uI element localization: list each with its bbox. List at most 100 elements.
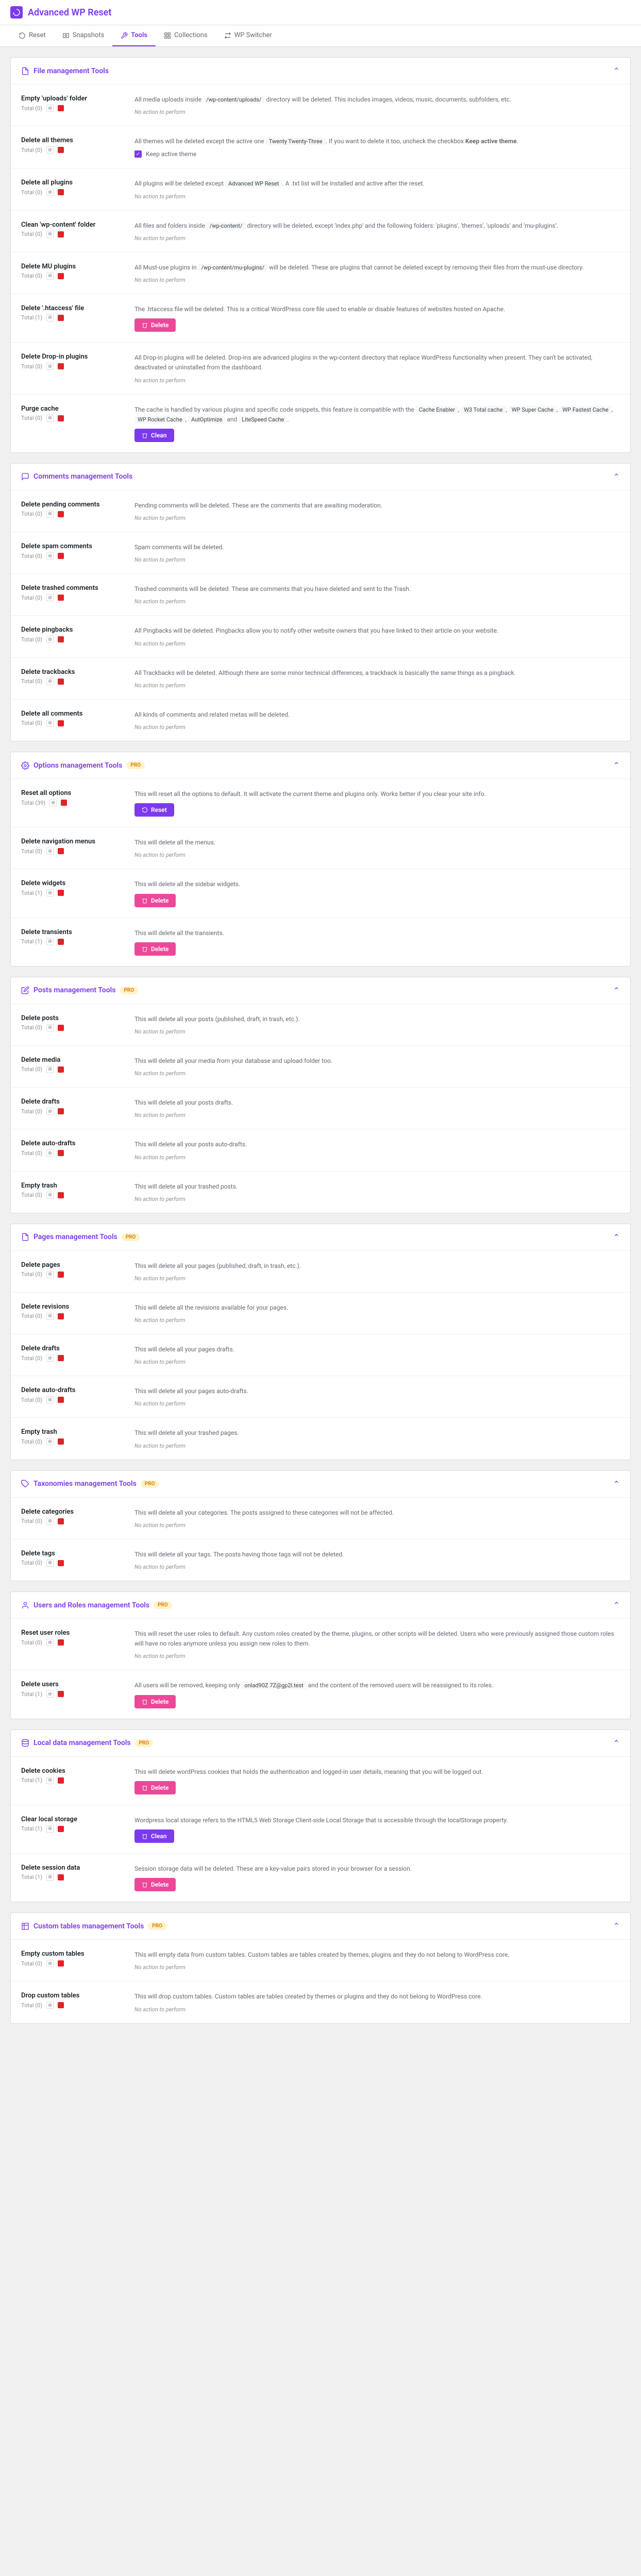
expand-icon[interactable]: ⊕ bbox=[46, 1271, 54, 1278]
row-description: Session storage data will be deleted. Th… bbox=[134, 1864, 620, 1874]
row-description: All themes will be deleted except the ac… bbox=[134, 137, 620, 146]
panel-header[interactable]: Posts management ToolsPRO⌃ bbox=[11, 977, 630, 1004]
expand-icon[interactable]: ⊕ bbox=[46, 720, 54, 727]
tool-row: Delete auto-draftsTotal (0)⊕This will de… bbox=[11, 1129, 630, 1171]
nav-tab-snapshots[interactable]: Snapshots bbox=[54, 25, 113, 46]
delete-indicator-icon bbox=[58, 939, 64, 945]
action-button[interactable]: Clean bbox=[134, 1829, 174, 1843]
expand-icon[interactable]: ⊕ bbox=[46, 1874, 54, 1881]
tool-row: Delete all themesTotal (0)⊕All themes wi… bbox=[11, 126, 630, 168]
expand-icon[interactable]: ⊕ bbox=[46, 889, 54, 896]
expand-icon[interactable]: ⊕ bbox=[46, 231, 54, 238]
expand-icon[interactable]: ⊕ bbox=[46, 552, 54, 560]
action-button[interactable]: Delete bbox=[134, 318, 176, 332]
expand-icon[interactable]: ⊕ bbox=[46, 314, 54, 321]
expand-icon[interactable]: ⊕ bbox=[46, 938, 54, 945]
expand-icon[interactable]: ⊕ bbox=[46, 511, 54, 518]
row-note: No action to perform bbox=[134, 193, 620, 200]
row-note: No action to perform bbox=[134, 1154, 620, 1161]
panel-title: Taxonomies management ToolsPRO bbox=[21, 1480, 159, 1488]
expand-icon[interactable]: ⊕ bbox=[46, 189, 54, 196]
expand-icon[interactable]: ⊕ bbox=[49, 799, 57, 806]
row-note: No action to perform bbox=[134, 1564, 620, 1570]
expand-icon[interactable]: ⊕ bbox=[46, 1560, 54, 1567]
row-meta: Total (0)⊕ bbox=[21, 848, 124, 855]
row-description: All users will be removed, keeping only … bbox=[134, 1681, 620, 1690]
row-meta: Total (0)⊕ bbox=[21, 678, 124, 685]
row-meta: Total (0)⊕ bbox=[21, 105, 124, 112]
tool-row: Empty trashTotal (0)⊕This will delete al… bbox=[11, 1418, 630, 1459]
action-button[interactable]: Reset bbox=[134, 803, 174, 817]
pro-badge: PRO bbox=[141, 1480, 159, 1488]
panel-header[interactable]: Taxonomies management ToolsPRO⌃ bbox=[11, 1471, 630, 1497]
expand-icon[interactable]: ⊕ bbox=[46, 2002, 54, 2009]
nav-tab-tools[interactable]: Tools bbox=[112, 25, 156, 46]
expand-icon[interactable]: ⊕ bbox=[46, 594, 54, 601]
expand-icon[interactable]: ⊕ bbox=[46, 1825, 54, 1833]
delete-indicator-icon bbox=[58, 415, 64, 421]
action-button[interactable]: Clean bbox=[134, 429, 174, 442]
pro-badge: PRO bbox=[126, 761, 145, 769]
expand-icon[interactable]: ⊕ bbox=[46, 678, 54, 685]
row-meta: Total (1)⊕ bbox=[21, 1825, 124, 1833]
row-meta: Total (0)⊕ bbox=[21, 1024, 124, 1031]
expand-icon[interactable]: ⊕ bbox=[46, 146, 54, 154]
panel-header[interactable]: Users and Roles management ToolsPRO⌃ bbox=[11, 1592, 630, 1618]
panel-header[interactable]: Local data management ToolsPRO⌃ bbox=[11, 1730, 630, 1756]
action-button[interactable]: Delete bbox=[134, 1878, 176, 1891]
expand-icon[interactable]: ⊕ bbox=[46, 1024, 54, 1031]
expand-icon[interactable]: ⊕ bbox=[46, 1192, 54, 1199]
pro-badge: PRO bbox=[154, 1601, 172, 1609]
expand-icon[interactable]: ⊕ bbox=[46, 105, 54, 112]
panel-header[interactable]: Options management ToolsPRO⌃ bbox=[11, 752, 630, 778]
nav-tab-reset[interactable]: Reset bbox=[10, 25, 54, 46]
expand-icon[interactable]: ⊕ bbox=[46, 363, 54, 370]
panel-header[interactable]: Pages management ToolsPRO⌃ bbox=[11, 1224, 630, 1250]
expand-icon[interactable]: ⊕ bbox=[46, 1149, 54, 1157]
nav-tab-wp-switcher[interactable]: WP Switcher bbox=[216, 25, 280, 46]
nav-tab-collections[interactable]: Collections bbox=[156, 25, 216, 46]
row-title: Delete widgets bbox=[21, 879, 124, 887]
action-button[interactable]: Delete bbox=[134, 1695, 176, 1708]
expand-icon[interactable]: ⊕ bbox=[46, 1960, 54, 1967]
panel-comments: Comments management Tools⌃Delete pending… bbox=[10, 463, 631, 741]
expand-icon[interactable]: ⊕ bbox=[46, 1518, 54, 1525]
expand-icon[interactable]: ⊕ bbox=[46, 1438, 54, 1445]
row-note: No action to perform bbox=[134, 556, 620, 563]
row-title: Drop custom tables bbox=[21, 1992, 124, 1999]
row-description: This will delete all your media from you… bbox=[134, 1056, 620, 1066]
action-button[interactable]: Delete bbox=[134, 1781, 176, 1794]
expand-icon[interactable]: ⊕ bbox=[46, 273, 54, 280]
delete-indicator-icon bbox=[58, 273, 64, 279]
row-note: No action to perform bbox=[134, 1275, 620, 1282]
row-description: This will delete all your tags. The post… bbox=[134, 1550, 620, 1560]
row-description: All plugins will be deleted except Advan… bbox=[134, 179, 620, 189]
chevron-up-icon: ⌃ bbox=[613, 1921, 620, 1931]
expand-icon[interactable]: ⊕ bbox=[46, 415, 54, 422]
panel-body: Delete categoriesTotal (0)⊕This will del… bbox=[11, 1497, 630, 1581]
expand-icon[interactable]: ⊕ bbox=[46, 1108, 54, 1115]
row-meta: Total (0)⊕ bbox=[21, 1560, 124, 1567]
expand-icon[interactable]: ⊕ bbox=[46, 1777, 54, 1784]
action-button[interactable]: Delete bbox=[134, 942, 176, 956]
expand-icon[interactable]: ⊕ bbox=[46, 1639, 54, 1646]
checkbox[interactable]: ✓ bbox=[134, 150, 142, 158]
action-button[interactable]: Delete bbox=[134, 894, 176, 907]
row-meta: Total (0)⊕ bbox=[21, 231, 124, 238]
delete-indicator-icon bbox=[58, 720, 64, 726]
expand-icon[interactable]: ⊕ bbox=[46, 1313, 54, 1320]
expand-icon[interactable]: ⊕ bbox=[46, 1396, 54, 1403]
tool-row: Delete cookiesTotal (1)⊕This will delete… bbox=[11, 1757, 630, 1805]
expand-icon[interactable]: ⊕ bbox=[46, 636, 54, 643]
expand-icon[interactable]: ⊕ bbox=[46, 1690, 54, 1698]
panel-header[interactable]: Custom tables management ToolsPRO⌃ bbox=[11, 1913, 630, 1939]
tool-row: Clear local storageTotal (1)⊕Wordpress l… bbox=[11, 1805, 630, 1854]
expand-icon[interactable]: ⊕ bbox=[46, 1354, 54, 1362]
tool-row: Delete tagsTotal (0)⊕This will delete al… bbox=[11, 1539, 630, 1581]
expand-icon[interactable]: ⊕ bbox=[46, 1066, 54, 1073]
panel-header[interactable]: Comments management Tools⌃ bbox=[11, 464, 630, 490]
panel-header[interactable]: File management Tools⌃ bbox=[11, 58, 630, 84]
tool-row: Delete auto-draftsTotal (0)⊕This will de… bbox=[11, 1376, 630, 1418]
row-title: Delete spam comments bbox=[21, 543, 124, 550]
expand-icon[interactable]: ⊕ bbox=[46, 848, 54, 855]
